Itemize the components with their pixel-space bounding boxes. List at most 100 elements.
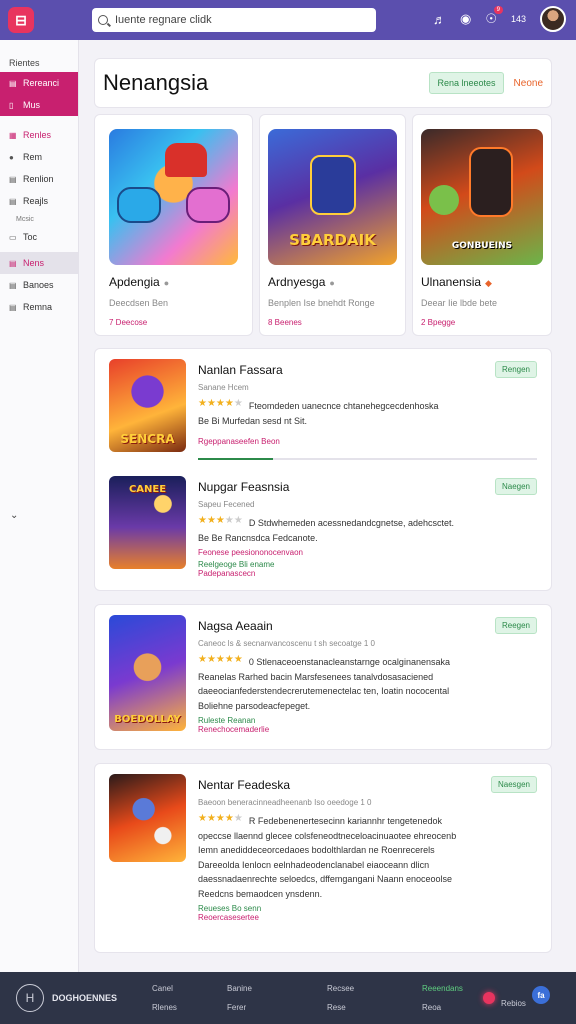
sidebar-item[interactable]: ▤ Renlion <box>0 168 78 190</box>
game-link[interactable]: Reoercasesertee <box>198 913 537 922</box>
footer-link[interactable]: Recsee <box>327 984 402 993</box>
avatar[interactable] <box>540 6 566 32</box>
header-link[interactable]: Neone <box>514 78 543 89</box>
headset-icon[interactable]: ♬ <box>433 12 446 27</box>
genre-tag[interactable]: Naesgen <box>490 776 537 793</box>
search-input[interactable] <box>115 14 355 26</box>
genre-tag[interactable]: Naegen <box>494 478 537 495</box>
featured-title-row: Ulnanensia ◆ <box>421 275 543 289</box>
game-description-line: daeeocianfederstendecrerutemenectelac te… <box>198 686 450 696</box>
sidebar-item-icon: ▤ <box>9 78 17 88</box>
star-rating-icon: ★★★★★ <box>198 515 243 526</box>
game-info: Nagsa Aeaain Caneoc ls & secnanvancoscen… <box>198 615 537 734</box>
sidebar-item-label: Nens <box>23 258 45 268</box>
featured-art-image <box>109 129 238 265</box>
featured-card[interactable]: Apdengia ● Deecdsen Ben 7 Deecose <box>94 114 253 336</box>
star-rating-icon: ★★★★★ <box>198 398 243 409</box>
footer-link[interactable]: Ferer <box>227 1003 302 1012</box>
footer-brand: DOGHOENNES <box>52 993 118 1003</box>
sidebar-item[interactable]: ▤ Remna <box>0 296 78 318</box>
sidebar-item-icon: ● <box>9 152 14 162</box>
game-link[interactable]: Feonese peesiononocenvaon <box>198 548 537 557</box>
sidebar-item[interactable]: ▤ Rereanci <box>0 72 78 94</box>
game-thumbnail <box>109 774 186 862</box>
game-meta: Caneoc ls & secnanvancoscenu t sh secoat… <box>198 639 375 648</box>
collapse-icon[interactable]: ⌄ <box>10 510 18 521</box>
thumb-logo-text: CANEE <box>128 484 167 495</box>
genre-tag[interactable]: Reegen <box>494 617 537 634</box>
featured-title: Apdengia <box>109 275 160 289</box>
sidebar-item-icon: ▤ <box>9 196 17 206</box>
footer-link[interactable]: Canel <box>152 984 227 993</box>
art-logo-text: GONBUEINS <box>451 241 513 251</box>
footer-logo-icon[interactable]: H <box>16 984 44 1012</box>
game-info: Nentar Feadeska Baeoon beneracinneadheen… <box>198 774 537 922</box>
game-list-item[interactable]: SENCRA Nanlan Fassara Sanane Hcem ★★★★★ F… <box>109 359 537 452</box>
sidebar: Rientes ▤ Rereanci ▯ Mus ▦ Renles ● Rem ▤ Ren… <box>0 40 79 972</box>
sidebar-item[interactable]: ▭ Toc <box>0 226 78 248</box>
page-title: Nenangsia <box>103 70 209 95</box>
game-description-line: Dareeolda Ienlocn eelnhadeodenclanabel e… <box>198 859 430 870</box>
game-description-line: Be Be Rancnsdca Fedcanote. <box>198 532 318 543</box>
game-thumbnail: CANEE <box>109 476 186 569</box>
game-list-item[interactable]: BOEDOLLAY Nagsa Aeaain Caneoc ls & secna… <box>109 615 537 734</box>
sidebar-item[interactable]: ▯ Mus <box>0 94 78 116</box>
gamepad-icon[interactable]: ◉ <box>460 11 471 27</box>
game-title: Nanlan Fassara <box>198 363 283 377</box>
genre-tag[interactable]: Rengen <box>494 361 537 378</box>
app-logo-icon[interactable]: ⊟ <box>8 7 34 33</box>
sidebar-item[interactable]: ▤ Nens <box>0 252 78 274</box>
sidebar-item[interactable]: ▤ Reajls <box>0 190 78 212</box>
footer-link[interactable]: Banine <box>227 984 302 993</box>
footer-link[interactable]: Reoa <box>422 1003 497 1012</box>
game-link[interactable]: Rgeppanaseefen Beon <box>198 437 537 446</box>
game-thumbnail: SENCRA <box>109 359 186 452</box>
top-bar: ⊟ ♬ ◉ ☉9 143 <box>0 0 576 40</box>
footer: H DOGHOENNES Canel Rlenes Banine Ferer Rec… <box>0 972 576 1024</box>
sidebar-subtext: Mcsic <box>16 215 34 223</box>
search-bar[interactable] <box>92 8 376 32</box>
sidebar-item-label: Rereanci <box>23 78 60 88</box>
game-description-line: Reedcns bemaodcen ynsdenn. <box>198 888 323 899</box>
featured-card[interactable]: GONBUEINS Ulnanensia ◆ Deear Iie lbde bet… <box>412 114 552 336</box>
social-icon[interactable]: fa <box>532 986 550 1004</box>
sidebar-item-label: Toc <box>23 232 38 242</box>
game-list-item[interactable]: CANEE Nupgar Feasnsia Sapeu Fecened ★★★★… <box>109 476 537 578</box>
game-description-line: Boliehne parsodeacfepeget. <box>198 700 311 711</box>
game-title: Nagsa Aeaain <box>198 619 273 633</box>
sidebar-item-label: Renles <box>23 130 52 140</box>
star-rating-icon: ★★★★★ <box>198 654 243 665</box>
game-list-card: BOEDOLLAY Nagsa Aeaain Caneoc ls & secna… <box>94 604 552 750</box>
game-description-line: opeccse llaennd glecee colsfeneodtnecelo… <box>198 830 457 841</box>
header-pill-button[interactable]: Rena lneeotes <box>429 72 504 94</box>
game-description: Fteomdeden uanecnce chtanehegcecdenhoska <box>248 401 439 411</box>
featured-title: Ulnanensia <box>421 275 482 289</box>
featured-title-row: Apdengia ● <box>109 275 238 289</box>
sidebar-item[interactable]: ▦ Renles <box>0 124 78 146</box>
sidebar-item-label: Renlion <box>23 174 54 184</box>
top-icons: ♬ ◉ ☉ 9 143 <box>433 6 566 32</box>
footer-link[interactable]: Rese <box>327 1003 402 1012</box>
thumb-logo-text: SENCRA <box>120 432 175 446</box>
featured-subtitle: Deear Iie lbde bete <box>421 298 498 308</box>
progress-fill <box>198 458 273 460</box>
game-link[interactable]: Renechocemaderlie <box>198 725 537 734</box>
game-description: 0 Stlenaceoenstanacleanstarnge ocalginan… <box>248 657 450 667</box>
footer-link[interactable]: Rlenes <box>152 1003 227 1012</box>
sidebar-item-icon: ▯ <box>9 100 14 110</box>
creature-shape <box>429 185 459 215</box>
sidebar-item[interactable]: ● Rem <box>0 146 78 168</box>
game-list-item[interactable]: Nentar Feadeska Baeoon beneracinneadheen… <box>109 774 537 922</box>
character-body-shape <box>469 147 513 217</box>
featured-card[interactable]: SBARDAIK Ardnyesga ● Benplen Ise bnehdt R… <box>259 114 406 336</box>
featured-meta: 8 Beenes <box>268 318 302 327</box>
footer-column: Banine Ferer <box>227 984 302 1012</box>
featured-row: Apdengia ● Deecdsen Ben 7 Deecose SBARDAI… <box>94 114 552 336</box>
progress-bar <box>198 458 537 460</box>
header-card: Nenangsia Rena lneeotes Neone <box>94 58 552 108</box>
character-hat-shape <box>165 143 207 177</box>
sidebar-item-icon: ▦ <box>9 130 17 140</box>
featured-meta: 7 Deecose <box>109 318 148 327</box>
sidebar-item[interactable]: ▤ Banoes <box>0 274 78 296</box>
notification-icon[interactable]: ☉ 9 <box>485 6 503 27</box>
